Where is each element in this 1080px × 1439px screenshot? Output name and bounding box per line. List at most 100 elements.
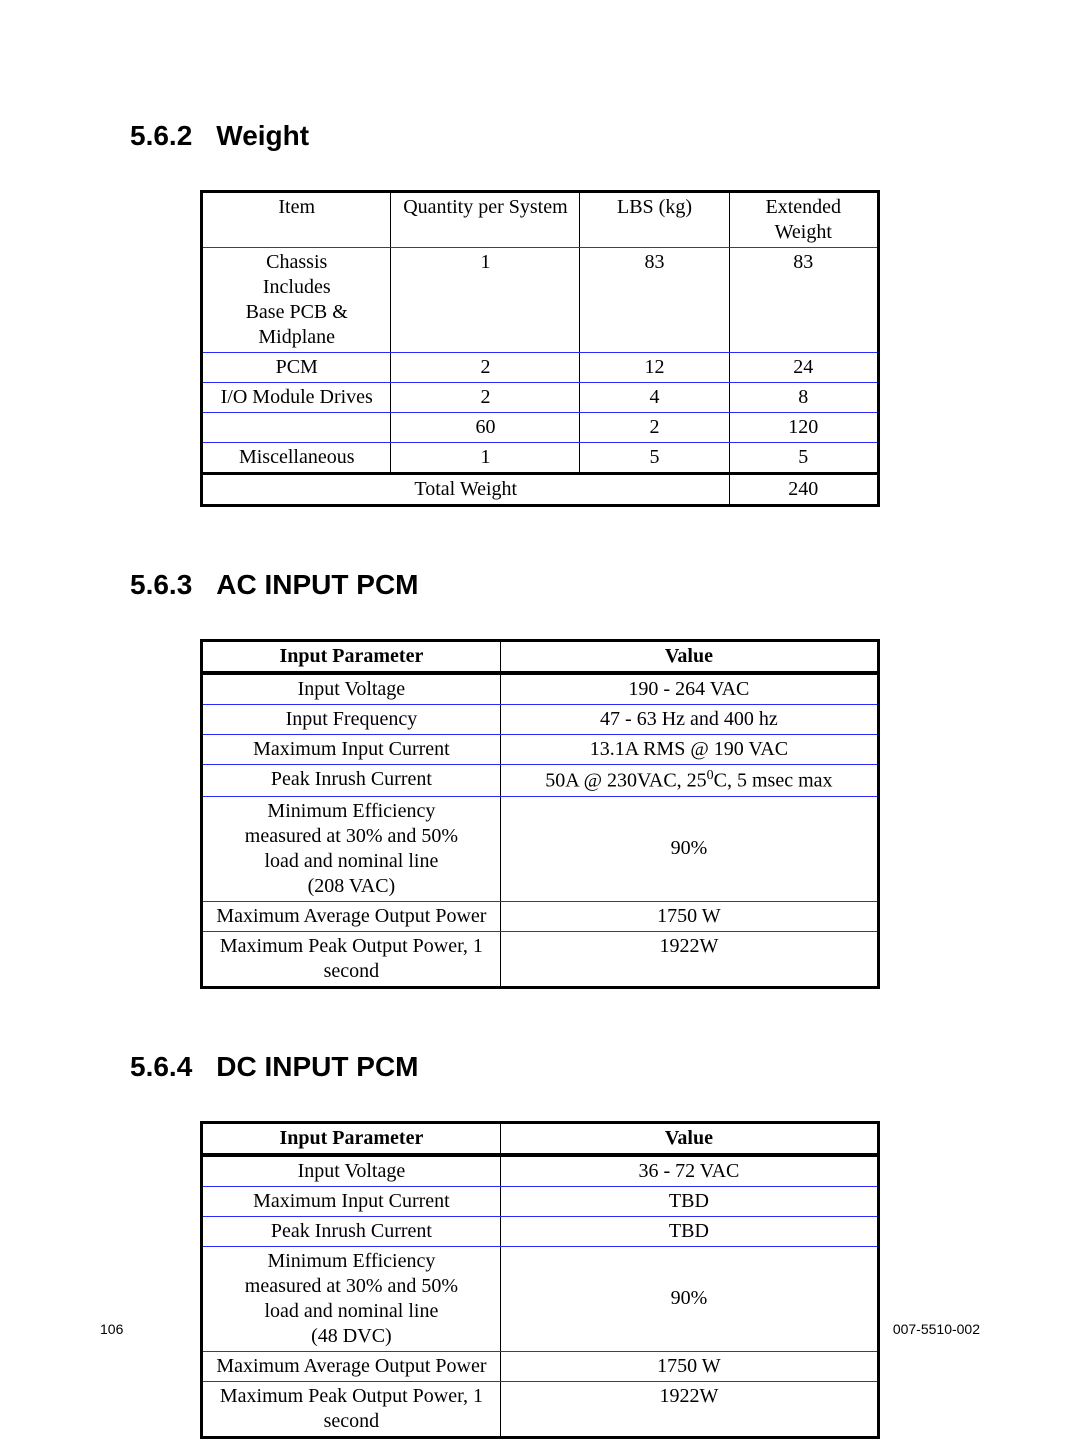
heading-number: 5.6.4 [130, 1051, 192, 1083]
cell-ext: 8 [729, 383, 878, 413]
cell-value: 190 - 264 VAC [500, 673, 878, 705]
table-row: Maximum Peak Output Power, 1 second 1922… [202, 931, 879, 987]
cell-text: 50A @ 230VAC, 25 [545, 770, 706, 792]
cell-lbs: 4 [580, 383, 729, 413]
total-value: 240 [729, 474, 878, 506]
cell-value: 1750 W [500, 901, 878, 931]
section-weight: 5.6.2Weight Item Quantity per System LBS… [100, 120, 980, 507]
table-row: Input Voltage 36 - 72 VAC [202, 1155, 879, 1187]
cell-value: TBD [500, 1216, 878, 1246]
section-ac: 5.6.3 AC INPUT PCM Input Parameter Value … [100, 569, 980, 989]
cell-param: Input Frequency [202, 705, 501, 735]
cell-text: Minimum Efficiency [267, 1250, 435, 1272]
cell-text: Base PCB & Midplane [246, 301, 348, 348]
table-row: Chassis Includes Base PCB & Midplane 1 8… [202, 248, 879, 353]
cell-lbs: 2 [580, 413, 729, 443]
col-qty: Quantity per System [391, 192, 580, 248]
degree-superscript: 0 [707, 768, 714, 783]
cell-value: 1922W [500, 931, 878, 987]
table-total-row: Total Weight 240 [202, 474, 879, 506]
cell-param: Maximum Peak Output Power, 1 second [202, 1381, 501, 1437]
cell-param: Input Voltage [202, 673, 501, 705]
document-id: 007-5510-002 [893, 1321, 980, 1337]
cell-qty: 1 [391, 443, 580, 474]
cell-param: Maximum Average Output Power [202, 1351, 501, 1381]
table-header-row: Input Parameter Value [202, 641, 879, 674]
table-header-row: Item Quantity per System LBS (kg) Extend… [202, 192, 879, 248]
cell-text: load and nominal line [264, 850, 438, 872]
cell-param: Minimum Efficiency measured at 30% and 5… [202, 796, 501, 901]
weight-table: Item Quantity per System LBS (kg) Extend… [200, 190, 880, 507]
col-value: Value [500, 641, 878, 674]
cell-item: Miscellaneous [202, 443, 391, 474]
heading-weight: 5.6.2Weight [130, 120, 980, 152]
cell-value: 1750 W [500, 1351, 878, 1381]
section-dc: 5.6.4 DC INPUT PCM Input Parameter Value … [100, 1051, 980, 1439]
cell-text: C, 5 msec max [714, 770, 833, 792]
cell-text: measured at 30% and 50% [245, 1275, 458, 1297]
cell-lbs: 5 [580, 443, 729, 474]
table-row: Maximum Peak Output Power, 1 second 1922… [202, 1381, 879, 1437]
cell-param: Peak Inrush Current [202, 1216, 501, 1246]
ac-table: Input Parameter Value Input Voltage 190 … [200, 639, 880, 989]
col-value: Value [500, 1122, 878, 1155]
heading-number: 5.6.3 [130, 569, 192, 601]
table-header-row: Input Parameter Value [202, 1122, 879, 1155]
table-row: Minimum Efficiency measured at 30% and 5… [202, 796, 879, 901]
cell-text: measured at 30% and 50% [245, 825, 458, 847]
col-ext: Extended Weight [729, 192, 878, 248]
table-row: Maximum Average Output Power 1750 W [202, 1351, 879, 1381]
table-row: 60 2 120 [202, 413, 879, 443]
cell-item: Chassis Includes Base PCB & Midplane [202, 248, 391, 353]
table-row: Miscellaneous 1 5 5 [202, 443, 879, 474]
cell-ext: 83 [729, 248, 878, 353]
cell-lbs: 83 [580, 248, 729, 353]
cell-qty: 2 [391, 353, 580, 383]
cell-value: 13.1A RMS @ 190 VAC [500, 735, 878, 765]
cell-qty: 2 [391, 383, 580, 413]
page-number: 106 [100, 1321, 123, 1337]
cell-ext: 120 [729, 413, 878, 443]
cell-text: Includes [263, 276, 331, 298]
cell-value: 50A @ 230VAC, 250C, 5 msec max [500, 765, 878, 797]
cell-param: Input Voltage [202, 1155, 501, 1187]
heading-dc: 5.6.4 DC INPUT PCM [130, 1051, 980, 1083]
cell-qty: 60 [391, 413, 580, 443]
cell-param: Maximum Average Output Power [202, 901, 501, 931]
cell-qty: 1 [391, 248, 580, 353]
cell-param: Maximum Input Current [202, 735, 501, 765]
dc-table: Input Parameter Value Input Voltage 36 -… [200, 1121, 880, 1439]
cell-ext: 24 [729, 353, 878, 383]
cell-param: Peak Inrush Current [202, 765, 501, 797]
cell-value: TBD [500, 1186, 878, 1216]
cell-text: Chassis [266, 251, 327, 273]
table-row: Maximum Input Current TBD [202, 1186, 879, 1216]
table-row: I/O Module Drives 2 4 8 [202, 383, 879, 413]
cell-param: Maximum Peak Output Power, 1 second [202, 931, 501, 987]
cell-item [202, 413, 391, 443]
cell-value: 90% [500, 796, 878, 901]
heading-number: 5.6.2 [130, 120, 192, 152]
table-row: Peak Inrush Current TBD [202, 1216, 879, 1246]
table-row: Peak Inrush Current 50A @ 230VAC, 250C, … [202, 765, 879, 797]
cell-text: (208 VAC) [308, 875, 396, 897]
col-item: Item [202, 192, 391, 248]
cell-ext: 5 [729, 443, 878, 474]
table-row: PCM 2 12 24 [202, 353, 879, 383]
col-param: Input Parameter [202, 1122, 501, 1155]
cell-param: Maximum Input Current [202, 1186, 501, 1216]
table-row: Maximum Average Output Power 1750 W [202, 901, 879, 931]
heading-title: DC INPUT PCM [216, 1051, 418, 1082]
col-lbs: LBS (kg) [580, 192, 729, 248]
cell-item: I/O Module Drives [202, 383, 391, 413]
heading-title: AC INPUT PCM [216, 569, 418, 600]
page-footer: 106 007-5510-002 [100, 1321, 980, 1337]
table-row: Maximum Input Current 13.1A RMS @ 190 VA… [202, 735, 879, 765]
table-row: Input Voltage 190 - 264 VAC [202, 673, 879, 705]
cell-text: load and nominal line [264, 1300, 438, 1322]
cell-text: Minimum Efficiency [267, 800, 435, 822]
table-row: Input Frequency 47 - 63 Hz and 400 hz [202, 705, 879, 735]
col-param: Input Parameter [202, 641, 501, 674]
cell-value: 47 - 63 Hz and 400 hz [500, 705, 878, 735]
total-label: Total Weight [202, 474, 730, 506]
